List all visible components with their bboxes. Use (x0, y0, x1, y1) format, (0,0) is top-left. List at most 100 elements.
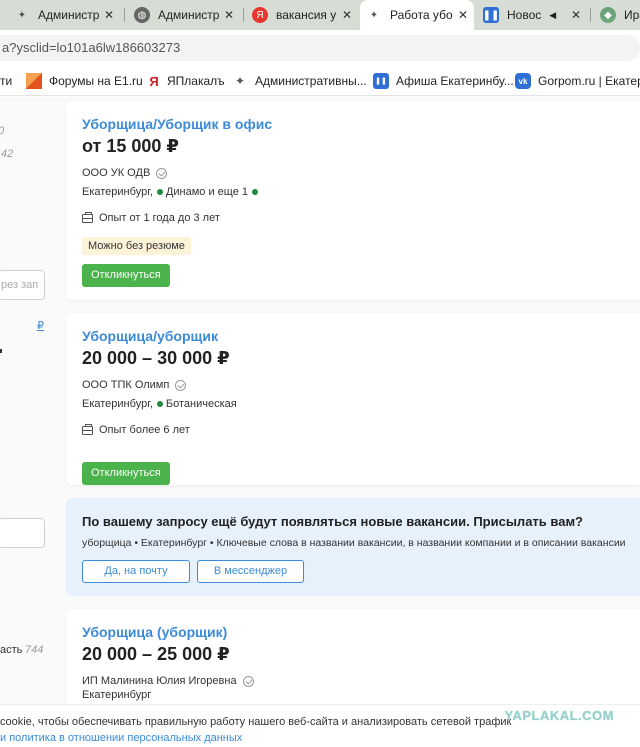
tab-news[interactable]: ❚❚ Новос ◀ ✕ (477, 0, 587, 30)
tab-label: вакансия у (276, 8, 337, 22)
tab-yandex-search[interactable]: Я вакансия у ✕ (246, 0, 358, 30)
filter-count: 42 (1, 148, 14, 160)
pause-icon: ❚❚ (373, 73, 389, 89)
experience-label: Опыт от 1 года до 3 лет (99, 212, 220, 224)
vacancy-salary: от 15 000 ₽ (82, 136, 179, 156)
briefcase-icon (82, 423, 93, 435)
subscribe-description: уборщица • Екатеринбург • Ключевые слова… (82, 537, 626, 549)
ruble-icon[interactable]: ₽ (37, 319, 44, 332)
metro-label: Ботаническая (165, 398, 237, 410)
vacancy-title-link[interactable]: Уборщица (уборщик) (82, 624, 227, 640)
tab-label: Работа убо (390, 8, 453, 22)
bookmark-e1-forums[interactable]: Форумы на E1.ru (26, 72, 143, 90)
filter-input[interactable] (0, 518, 45, 548)
bookmark-item[interactable]: ти (0, 72, 12, 90)
tab-separator (590, 8, 591, 22)
vacancy-salary: 20 000 – 30 000 ₽ (82, 348, 230, 368)
subscribe-title: По вашему запросу ещё будут появляться н… (82, 514, 584, 529)
subscribe-messenger-button[interactable]: В мессенджер (197, 560, 304, 583)
metro-dot-icon (156, 189, 163, 195)
bookmark-label: Gorpom.ru | Екатер... (538, 74, 640, 88)
verified-icon (242, 675, 254, 687)
vacancy-location: Екатеринбург, Динамо и еще 1 (82, 186, 261, 198)
close-icon[interactable]: ✕ (571, 8, 581, 22)
no-resume-badge: Можно без резюме (82, 237, 191, 255)
cookie-text: cookie, чтобы обеспечивать правильную ра… (0, 716, 512, 728)
tab-separator (124, 8, 125, 22)
vacancy-location: Екатеринбург, Ботаническая (82, 398, 237, 410)
tab-separator (243, 8, 244, 22)
tab-label: Администр (158, 8, 220, 22)
vacancy-company[interactable]: ИП Малинина Юлия Игоревна (82, 675, 254, 687)
vacancy-experience: Опыт от 1 года до 3 лет (82, 211, 220, 224)
company-name: ИП Малинина Юлия Игоревна (82, 675, 237, 687)
metro-dot-icon (251, 189, 258, 195)
metro-dot-icon (156, 401, 163, 407)
subscribe-panel: По вашему запросу ещё будут появляться н… (66, 498, 640, 596)
close-icon[interactable]: ✕ (224, 8, 234, 22)
watermark-logo: YAPLAKAL.COM (504, 708, 614, 723)
bookmark-admin[interactable]: ✦ Административны... (232, 72, 367, 90)
bookmark-label: Административны... (255, 74, 367, 88)
company-name: ООО ТПК Олимп (82, 379, 170, 391)
search-in-results-input[interactable]: рез зап (0, 270, 45, 300)
bookmark-gorpom[interactable]: vk Gorpom.ru | Екатер... (515, 72, 640, 90)
vacancy-company[interactable]: ООО УК ОДВ (82, 167, 168, 179)
globe-icon: ◍ (134, 7, 150, 23)
privacy-policy-link[interactable]: и политика в отношении персональных данн… (0, 732, 242, 744)
vacancy-title-link[interactable]: Уборщица/уборщик (82, 328, 218, 344)
browser-extension-icon: ✦ (234, 74, 246, 88)
filters-sidebar: 0 42 рез зап ₽ асть 744 (0, 97, 58, 704)
metro-label: Динамо и еще 1 (165, 186, 248, 198)
tab-ira[interactable]: ◆ Ира (594, 0, 640, 30)
e1-icon (26, 73, 42, 89)
address-input[interactable]: a?ysclid=lo101a6lw186603273 (0, 35, 640, 61)
tab-active-job-search[interactable]: ✦ Работа убо ✕ (360, 0, 474, 30)
bookmark-label: Форумы на E1.ru (49, 74, 143, 88)
company-name: ООО УК ОДВ (82, 167, 151, 179)
vacancy-card: Уборщица (уборщик) 20 000 – 25 000 ₽ ИП … (66, 609, 640, 704)
experience-label: Опыт более 6 лет (99, 424, 190, 436)
tab-label: Администр (38, 8, 100, 22)
close-icon[interactable]: ✕ (342, 8, 352, 22)
vacancy-salary: 20 000 – 25 000 ₽ (82, 644, 230, 664)
verified-icon (156, 167, 168, 179)
filter-count: 0 (0, 125, 4, 137)
bookmarks-bar: ти Форумы на E1.ru Я ЯПлакалъ ✦ Админист… (0, 66, 640, 96)
vacancy-company[interactable]: ООО ТПК Олимп (82, 379, 187, 391)
vacancy-card: Уборщица/уборщик 20 000 – 30 000 ₽ ООО Т… (66, 313, 640, 485)
tab-admin-2[interactable]: ◍ Администр ✕ (128, 0, 240, 30)
tab-label: Новос (507, 8, 542, 22)
filter-label: асть (0, 644, 23, 656)
tab-strip: ✦ Администр ✕ ◍ Администр ✕ Я вакансия у… (0, 0, 640, 30)
bookmark-label: ти (0, 74, 13, 88)
apply-button[interactable]: Откликнуться (82, 462, 170, 485)
tab-label: Ира (624, 8, 640, 22)
vacancy-location: Екатеринбург (82, 689, 151, 701)
cookie-banner: cookie, чтобы обеспечивать правильную ра… (0, 704, 640, 747)
bookmark-label: Афиша Екатеринбу... (396, 74, 514, 88)
city-label: Екатеринбург, (82, 186, 153, 198)
apply-button[interactable]: Откликнуться (82, 264, 170, 287)
city-label: Екатеринбург, (82, 398, 153, 410)
tortoise-icon: ◆ (600, 7, 616, 23)
close-icon[interactable]: ✕ (458, 8, 468, 22)
subscribe-email-button[interactable]: Да, на почту (82, 560, 190, 583)
browser-extension-icon: ✦ (17, 9, 27, 21)
tab-admin-1[interactable]: ✦ Администр ✕ (8, 0, 120, 30)
yandex-icon: Я (252, 7, 268, 23)
city-label: Екатеринбург (82, 689, 152, 701)
briefcase-icon (82, 211, 93, 223)
yaplakal-icon: Я (149, 73, 159, 89)
vacancy-experience: Опыт более 6 лет (82, 423, 190, 436)
bookmark-yaplakal[interactable]: Я ЯПлакалъ (148, 72, 225, 90)
bookmark-afisha[interactable]: ❚❚ Афиша Екатеринбу... (373, 72, 514, 90)
verified-icon (175, 379, 187, 391)
close-icon[interactable]: ✕ (104, 8, 114, 22)
vk-icon: vk (515, 73, 531, 89)
address-bar-area: a?ysclid=lo101a6lw186603273 (0, 30, 640, 66)
speaker-icon[interactable]: ◀ (549, 10, 556, 21)
bookmark-label: ЯПлакалъ (167, 74, 225, 88)
vacancy-title-link[interactable]: Уборщица/Уборщик в офис (82, 116, 272, 132)
pause-icon: ❚❚ (483, 7, 499, 23)
